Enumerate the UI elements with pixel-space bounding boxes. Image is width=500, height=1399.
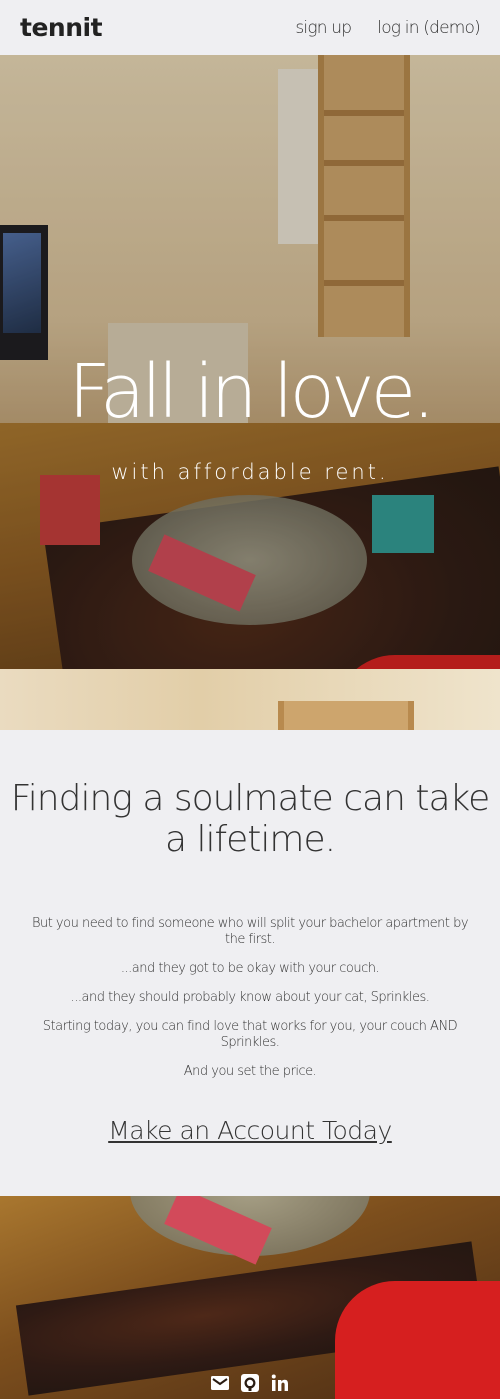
pitch-paragraph: ...and they should probably know about y… [70,990,430,1005]
pitch-paragraph: Starting today, you can find love that w… [42,1019,458,1050]
pitch-section: Finding a soulmate can take a lifetime. … [0,730,500,1196]
brand-logo[interactable]: tennit [20,13,103,42]
pitch-paragraph: But you need to find someone who will sp… [31,916,469,947]
footer [0,1196,500,1399]
pitch-paragraph: ...and they got to be okay with your cou… [120,961,380,976]
hero-subtitle: with affordable rent. [111,460,389,484]
github-icon[interactable] [240,1373,260,1393]
pitch-paragraph: And you set the price. [183,1064,317,1079]
linkedin-icon[interactable] [270,1373,290,1393]
navbar: tennit sign up log in (demo) [0,0,500,55]
photo-strip [0,669,500,730]
hero-title: Fall in love. [68,349,435,435]
signup-link[interactable]: sign up [295,18,352,38]
nav-links: sign up log in (demo) [295,18,480,38]
hero-banner: Fall in love. with affordable rent. [0,55,500,669]
section-headline: Finding a soulmate can take a lifetime. [10,778,491,861]
pitch-text: But you need to find someone who will sp… [30,916,470,1093]
envelope-icon[interactable] [210,1373,230,1393]
make-account-link[interactable]: Make an Account Today [0,1116,500,1145]
social-links [0,1373,500,1393]
login-demo-link[interactable]: log in (demo) [377,18,481,38]
